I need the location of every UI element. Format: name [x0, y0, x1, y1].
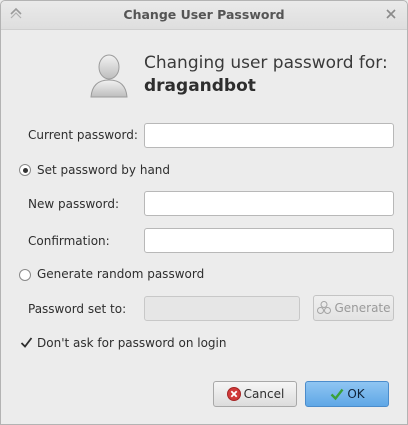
dont-ask-label[interactable]: Don't ask for password on login	[37, 336, 226, 350]
password-set-to-label: Password set to:	[28, 302, 127, 316]
header-username: dragandbot	[144, 76, 256, 96]
cancel-button-label: Cancel	[243, 387, 285, 401]
ok-button-label: OK	[347, 387, 365, 401]
current-password-input[interactable]	[144, 123, 394, 148]
radio-selected-dot	[22, 167, 28, 173]
confirmation-label: Confirmation:	[28, 234, 110, 248]
cancel-icon	[226, 387, 241, 401]
generate-button-label: Generate	[334, 301, 391, 315]
confirmation-input[interactable]	[144, 228, 394, 253]
window-title: Change User Password	[123, 7, 285, 22]
generate-button[interactable]: Generate	[313, 295, 394, 321]
header-title: Changing user password for:	[144, 53, 388, 73]
generate-icon	[317, 301, 332, 314]
generate-random-label[interactable]: Generate random password	[37, 267, 204, 281]
close-icon[interactable]	[383, 6, 399, 22]
set-by-hand-label[interactable]: Set password by hand	[37, 163, 170, 177]
user-avatar-icon	[90, 54, 128, 98]
title-bar[interactable]: Change User Password	[1, 1, 407, 30]
checkmark-icon	[330, 388, 344, 401]
new-password-input[interactable]	[144, 191, 394, 216]
dont-ask-checkbox[interactable]	[20, 336, 33, 349]
ok-button[interactable]: OK	[305, 381, 389, 407]
dialog-window: Change User Password Changing user passw…	[0, 0, 408, 425]
set-by-hand-radio[interactable]	[19, 164, 31, 176]
current-password-label: Current password:	[28, 128, 138, 142]
new-password-label: New password:	[28, 197, 120, 211]
password-set-to-field	[144, 296, 300, 321]
generate-random-radio[interactable]	[19, 269, 31, 281]
cancel-button[interactable]: Cancel	[213, 381, 297, 407]
